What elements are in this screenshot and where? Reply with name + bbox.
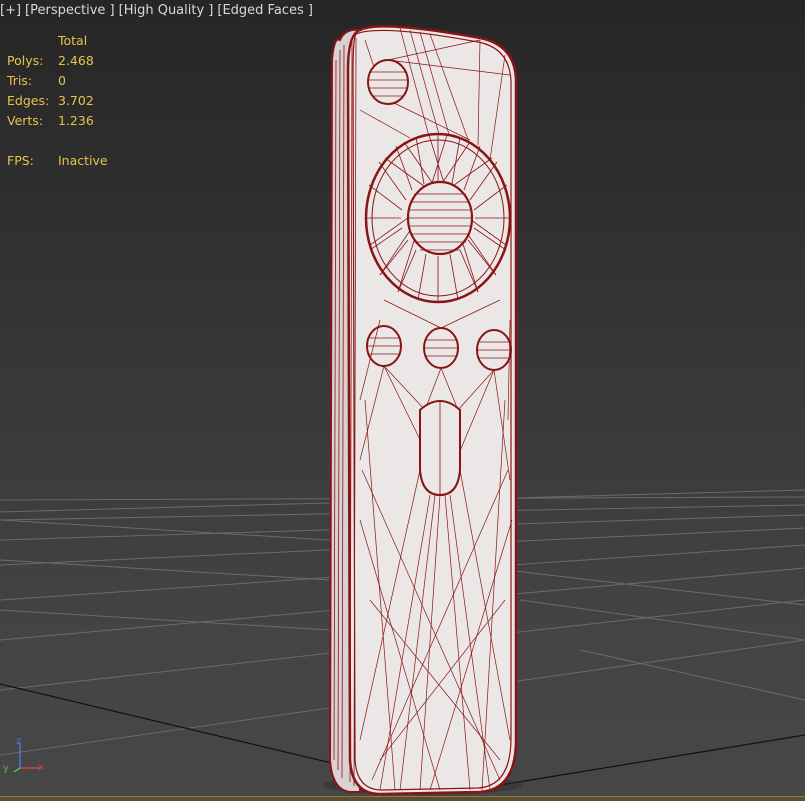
stats-header: Total	[58, 33, 88, 48]
stats-value: 2.468	[58, 53, 94, 68]
stats-label: Polys:	[7, 53, 44, 68]
viewport-plus-menu[interactable]: [+]	[0, 3, 21, 18]
button-row-mesh	[366, 325, 512, 371]
stats-label: Edges:	[7, 93, 50, 108]
dial-mesh	[364, 132, 512, 304]
remote-mesh[interactable]	[328, 25, 518, 796]
stats-row-verts: Verts: 1.236	[7, 111, 108, 131]
viewport-bottom-border	[0, 796, 805, 801]
fps-value: Inactive	[58, 153, 108, 168]
stats-label: Tris:	[7, 73, 33, 88]
viewport-shading-menu[interactable]: [High Quality ]	[119, 3, 214, 18]
axis-x-label: x	[38, 762, 44, 773]
power-button-mesh	[367, 59, 409, 105]
scene-canvas[interactable]: x y z	[0, 0, 805, 801]
statistics-overlay: Total Polys: 2.468 Tris: 0 Edges: 3.702 …	[7, 31, 108, 171]
stats-value: 0	[58, 73, 66, 88]
stats-row-tris: Tris: 0	[7, 71, 108, 91]
fps-label: FPS:	[7, 153, 34, 168]
stats-row-edges: Edges: 3.702	[7, 91, 108, 111]
stats-spacer	[7, 131, 108, 151]
axis-y-line	[13, 767, 21, 773]
axis-gizmo: x y z	[3, 736, 44, 774]
axis-y-label: y	[3, 763, 9, 774]
viewport-label-menu: [+] [Perspective ] [High Quality ] [Edge…	[0, 3, 313, 18]
viewport-edges-menu[interactable]: [Edged Faces ]	[217, 3, 313, 18]
stats-row-fps: FPS: Inactive	[7, 151, 108, 171]
stats-value: 1.236	[58, 113, 94, 128]
axis-z-label: z	[16, 736, 21, 747]
stats-value: 3.702	[58, 93, 94, 108]
viewport-view-menu[interactable]: [Perspective ]	[25, 3, 115, 18]
perspective-viewport[interactable]: x y z [+] [Perspective ] [High Quality ]…	[0, 0, 805, 801]
stats-label: Verts:	[7, 113, 44, 128]
stats-row-polys: Polys: 2.468	[7, 51, 108, 71]
